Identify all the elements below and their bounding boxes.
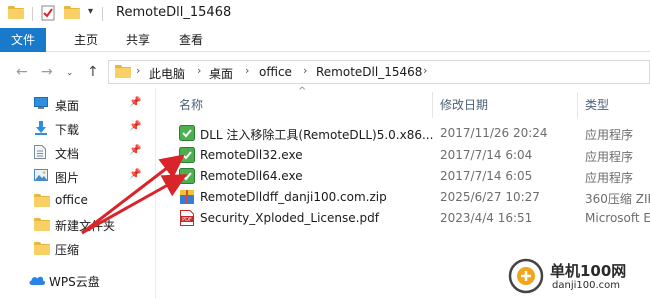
column-header-type[interactable]: 类型 <box>585 96 609 113</box>
breadcrumb-current-folder[interactable]: RemoteDll_15468 <box>316 65 422 79</box>
breadcrumb-desktop[interactable]: 桌面 <box>209 65 233 82</box>
watermark: 单机100网 danji100.com <box>506 256 650 296</box>
properties-icon[interactable] <box>41 5 55 24</box>
breadcrumb-separator-icon[interactable]: › <box>303 64 307 77</box>
column-divider[interactable] <box>432 92 433 118</box>
divider <box>102 7 103 21</box>
desktop-icon <box>34 97 48 113</box>
file-type: 应用程序 <box>585 171 634 185</box>
folder-icon <box>34 218 50 231</box>
pin-icon[interactable]: 📌 <box>129 97 141 108</box>
exe-icon <box>179 168 195 187</box>
column-header-modified[interactable]: 修改日期 <box>440 96 488 113</box>
column-divider[interactable] <box>577 92 578 118</box>
file-modified: 2017/11/26 20:24 <box>440 126 548 140</box>
navigation-pane: 桌面 📌 下载 📌 文档 📌 图片 📌 office 新建文件夹 压缩 WPS云… <box>0 88 155 299</box>
breadcrumb-office[interactable]: office <box>259 65 292 79</box>
folder-icon <box>34 242 50 255</box>
sidebar-item-label: 图片 <box>55 171 80 185</box>
sidebar-item-new-folder[interactable]: 新建文件夹 <box>0 212 150 236</box>
download-icon <box>34 121 48 138</box>
sort-ascending-icon: ^ <box>298 86 307 97</box>
divider <box>32 7 33 21</box>
sidebar-item-compressed[interactable]: 压缩 <box>0 236 150 260</box>
pdf-icon: PDF <box>179 210 195 229</box>
cloud-icon <box>28 274 46 289</box>
watermark-subtitle: danji100.com <box>552 280 620 291</box>
sidebar-item-label: 下载 <box>55 123 80 137</box>
file-row[interactable]: RemoteDll32.exe 2017/7/14 6:04 应用程序 <box>175 145 650 165</box>
column-header-name[interactable]: 名称 <box>179 96 203 113</box>
file-type: 360压缩 ZIP <box>585 192 650 206</box>
sidebar-item-documents[interactable]: 文档 📌 <box>0 140 150 164</box>
file-modified: 2017/7/14 6:04 <box>440 148 533 162</box>
sidebar-item-label: 压缩 <box>55 243 80 257</box>
file-row[interactable]: PDF Security_Xploded_License.pdf 2023/4/… <box>175 208 650 228</box>
breadcrumb-separator-icon[interactable]: › <box>197 64 201 77</box>
breadcrumb-separator-icon[interactable]: › <box>136 64 140 77</box>
sidebar-item-label: office <box>55 193 88 207</box>
folder-icon <box>115 65 131 78</box>
file-name: Security_Xploded_License.pdf <box>200 211 379 225</box>
file-type: 应用程序 <box>585 128 634 142</box>
file-type: Microsoft E <box>585 211 650 225</box>
file-modified: 2017/7/14 6:05 <box>440 169 533 183</box>
watermark-title: 单机100网 <box>550 262 627 280</box>
file-row[interactable]: DLL 注入移除工具(RemoteDLL)5.0.x86... 2017/11/… <box>175 123 650 143</box>
exe-icon <box>179 125 195 144</box>
sidebar-item-wps-cloud[interactable]: WPS云盘 <box>0 268 150 292</box>
pin-icon[interactable]: 📌 <box>129 121 141 132</box>
tab-share[interactable]: 共享 <box>122 28 154 52</box>
folder-icon <box>8 6 24 19</box>
breadcrumb-separator-icon[interactable]: › <box>245 64 249 77</box>
recent-locations-chevron-icon[interactable]: ⌄ <box>66 65 74 81</box>
sidebar-item-office[interactable]: office <box>0 188 150 212</box>
file-name: RemoteDll64.exe <box>200 169 303 183</box>
breadcrumb-separator-icon[interactable]: › <box>423 64 427 77</box>
file-type: 应用程序 <box>585 150 634 164</box>
file-modified: 2025/6/27 10:27 <box>440 190 540 204</box>
quick-access-dropdown-icon[interactable]: ▾ <box>88 6 93 17</box>
exe-icon <box>179 147 195 166</box>
file-name: RemoteDll32.exe <box>200 148 303 162</box>
svg-text:PDF: PDF <box>182 217 192 223</box>
file-row[interactable]: RemoteDlldff_danji100.com.zip 2025/6/27 … <box>175 187 650 207</box>
file-modified: 2023/4/4 16:51 <box>440 211 533 225</box>
pin-icon[interactable]: 📌 <box>129 145 141 156</box>
file-row[interactable]: RemoteDll64.exe 2017/7/14 6:05 应用程序 <box>175 166 650 186</box>
up-arrow-icon[interactable]: ↑ <box>87 64 99 80</box>
file-name: DLL 注入移除工具(RemoteDLL)5.0.x86... <box>200 128 434 142</box>
zip-icon <box>179 189 195 208</box>
sidebar-item-label: 桌面 <box>55 99 80 113</box>
tab-file[interactable]: 文件 <box>0 28 46 52</box>
sidebar-item-desktop[interactable]: 桌面 📌 <box>0 92 150 116</box>
tab-view[interactable]: 查看 <box>175 28 207 52</box>
title-bar: ▾ RemoteDll_15468 <box>0 0 650 28</box>
breadcrumb-this-pc[interactable]: 此电脑 <box>149 65 185 82</box>
pin-icon[interactable]: 📌 <box>129 169 141 180</box>
file-name: RemoteDlldff_danji100.com.zip <box>200 190 387 204</box>
back-arrow-icon[interactable]: ← <box>16 64 28 80</box>
document-icon <box>34 145 46 162</box>
sidebar-item-downloads[interactable]: 下载 📌 <box>0 116 150 140</box>
pane-divider[interactable] <box>155 88 156 299</box>
folder-icon <box>34 194 50 207</box>
sidebar-item-label: WPS云盘 <box>49 275 100 289</box>
ribbon-tabs: 文件 主页 共享 查看 <box>0 28 650 52</box>
sidebar-item-pictures[interactable]: 图片 📌 <box>0 164 150 188</box>
sidebar-item-label: 新建文件夹 <box>55 219 116 233</box>
window-title: RemoteDll_15468 <box>116 5 232 20</box>
forward-arrow-icon[interactable]: → <box>41 64 53 80</box>
tab-home[interactable]: 主页 <box>70 28 102 52</box>
sidebar-item-label: 文档 <box>55 147 80 161</box>
watermark-logo-icon <box>508 258 544 297</box>
new-folder-icon[interactable] <box>64 6 80 19</box>
picture-icon <box>34 169 48 184</box>
address-row: ← → ⌄ ↑ › 此电脑 › 桌面 › office › RemoteDll_… <box>0 56 650 88</box>
address-bar[interactable]: › 此电脑 › 桌面 › office › RemoteDll_15468 › <box>108 60 650 84</box>
